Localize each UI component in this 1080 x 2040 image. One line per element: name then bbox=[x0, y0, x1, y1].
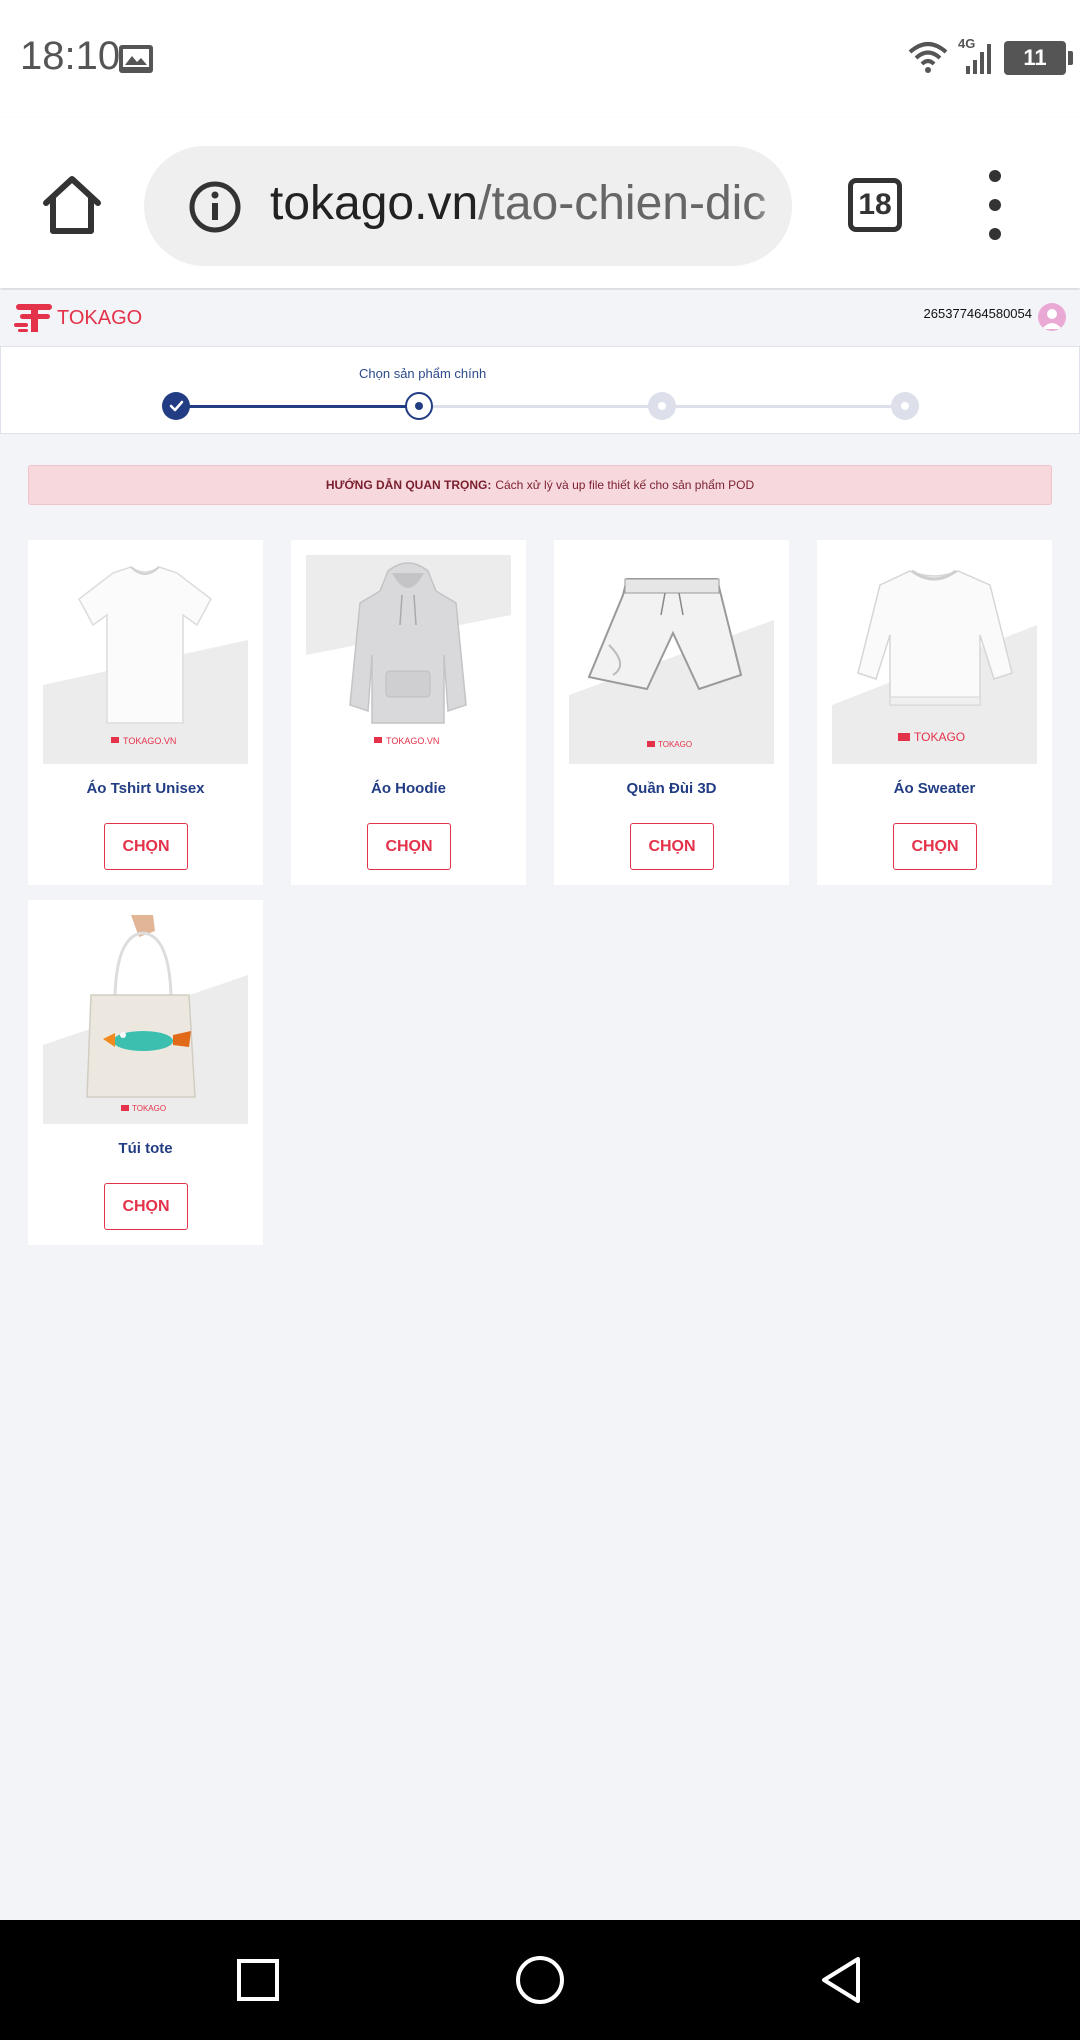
site-logo[interactable]: TOKAGO bbox=[14, 300, 142, 336]
product-name: Túi tote bbox=[118, 1140, 173, 1157]
url-path: /tao-chien-dic bbox=[478, 177, 767, 230]
recents-button[interactable] bbox=[198, 1920, 318, 2040]
product-card-hoodie: TOKAGO.VN Áo Hoodie CHỌN bbox=[291, 540, 526, 885]
user-icon bbox=[1042, 309, 1062, 329]
tab-count: 18 bbox=[858, 188, 892, 221]
product-image-tote: TOKAGO bbox=[43, 915, 248, 1124]
info-icon[interactable] bbox=[188, 180, 242, 234]
product-name: Áo Sweater bbox=[893, 780, 976, 797]
site-header: TOKAGO 265377464580054 bbox=[0, 290, 1080, 346]
tab-switcher-button[interactable]: 18 bbox=[848, 178, 902, 232]
product-image-hoodie: TOKAGO.VN bbox=[306, 555, 511, 764]
gallery-notification-icon bbox=[119, 45, 153, 73]
product-card-tote: TOKAGO Túi tote CHỌN bbox=[28, 900, 263, 1245]
cellular-icon: 4G bbox=[958, 36, 994, 76]
card-brand: TOKAGO bbox=[132, 1104, 166, 1113]
notice-strong: HƯỚNG DẪN QUAN TRỌNG: bbox=[325, 478, 492, 492]
product-card-tshirt: TOKAGO.VN Áo Tshirt Unisex CHỌN bbox=[28, 540, 263, 885]
step-2-current[interactable] bbox=[405, 392, 433, 420]
product-name: Áo Hoodie bbox=[371, 780, 446, 797]
more-menu-icon[interactable] bbox=[980, 170, 1010, 240]
step-line-complete bbox=[176, 405, 419, 408]
product-name: Quần Đùi 3D bbox=[626, 780, 717, 797]
user-avatar[interactable] bbox=[1038, 303, 1066, 331]
browser-toolbar: tokago.vn/tao-chien-dic 18 bbox=[0, 118, 1080, 288]
select-button[interactable]: CHỌN bbox=[893, 823, 977, 870]
tokago-logo-icon bbox=[14, 304, 52, 332]
product-image-tshirt: TOKAGO.VN bbox=[43, 555, 248, 764]
step-label-current: Chọn sản phẩm chính bbox=[359, 366, 487, 381]
step-1-done[interactable] bbox=[162, 392, 190, 420]
select-button[interactable]: CHỌN bbox=[104, 1183, 188, 1230]
wifi-icon bbox=[908, 42, 948, 73]
product-card-sweater: TOKAGO Áo Sweater CHỌN bbox=[817, 540, 1052, 885]
status-indicators: 4G 11 bbox=[908, 36, 1073, 78]
card-brand: TOKAGO.VN bbox=[123, 736, 176, 746]
battery-level: 11 bbox=[1023, 45, 1047, 70]
product-name: Áo Tshirt Unisex bbox=[86, 780, 205, 797]
back-button[interactable] bbox=[780, 1920, 900, 2040]
url-domain: tokago.vn bbox=[270, 177, 479, 230]
card-brand: TOKAGO bbox=[914, 730, 965, 744]
step-3[interactable] bbox=[648, 392, 676, 420]
url-text[interactable]: tokago.vn/tao-chien-dic bbox=[270, 176, 766, 231]
status-bar: 18:10 4G 11 bbox=[0, 0, 1080, 118]
status-time: 18:10 bbox=[20, 34, 121, 78]
logo-text: TOKAGO bbox=[57, 306, 143, 329]
home-icon[interactable] bbox=[40, 173, 104, 237]
battery-icon: 11 bbox=[1004, 41, 1073, 75]
card-brand: TOKAGO.VN bbox=[386, 736, 439, 746]
progress-stepper: Chọn sản phẩm chính bbox=[0, 346, 1080, 434]
address-bar[interactable]: tokago.vn/tao-chien-dic bbox=[144, 146, 792, 266]
android-nav-bar bbox=[0, 1920, 1080, 2040]
step-4[interactable] bbox=[891, 392, 919, 420]
square-icon bbox=[237, 1959, 279, 2001]
card-brand: TOKAGO bbox=[658, 740, 692, 749]
select-button[interactable]: CHỌN bbox=[367, 823, 451, 870]
triangle-back-icon bbox=[822, 1957, 860, 2003]
product-image-sweater: TOKAGO bbox=[832, 555, 1037, 764]
product-card-shorts: TOKAGO Quần Đùi 3D CHỌN bbox=[554, 540, 789, 885]
circle-icon bbox=[516, 1956, 564, 2004]
select-button[interactable]: CHỌN bbox=[630, 823, 714, 870]
notice-text: Cách xử lý và up file thiết kế cho sản p… bbox=[495, 478, 755, 492]
important-guide-banner[interactable]: HƯỚNG DẪN QUAN TRỌNG: Cách xử lý và up f… bbox=[28, 465, 1052, 505]
home-nav-button[interactable] bbox=[480, 1920, 600, 2040]
select-button[interactable]: CHỌN bbox=[104, 823, 188, 870]
check-icon bbox=[169, 400, 184, 412]
user-id: 265377464580054 bbox=[923, 306, 1032, 321]
product-image-shorts: TOKAGO bbox=[569, 555, 774, 764]
